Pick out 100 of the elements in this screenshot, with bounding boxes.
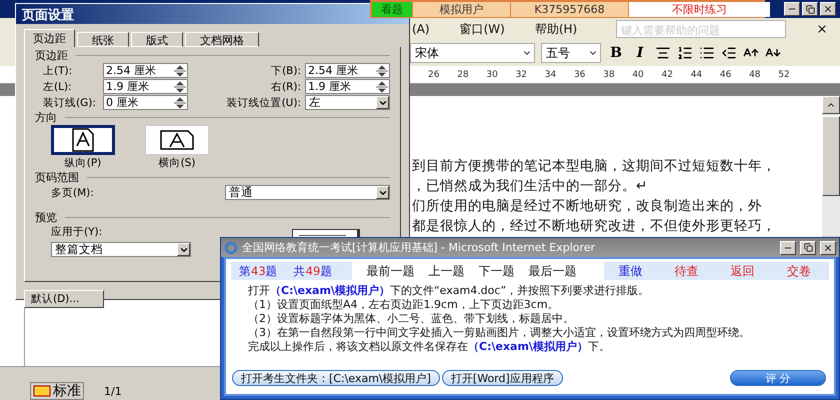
nav-link[interactable]: 下一题 (478, 262, 514, 280)
close-icon[interactable] (816, 23, 828, 35)
tab[interactable]: 页边距 (24, 29, 75, 47)
ruler-number: 48 (749, 70, 762, 80)
tab[interactable]: 纸张 (77, 32, 129, 47)
instruction-text: 完成以上操作后，将该文档以原文件名保存在（C:\exam\模拟用户）下。 (248, 340, 611, 354)
minimize-button[interactable] (784, 2, 800, 16)
gutter-dropdown[interactable]: 左 (305, 95, 390, 110)
margin-field[interactable]: 2.54 厘米 (305, 63, 390, 78)
margin-field[interactable]: 1.9 厘米 (103, 79, 188, 94)
status-label: 不限时练习 (629, 2, 770, 17)
font-size-dropdown[interactable]: 五号 (541, 43, 601, 63)
input-method-bar[interactable]: 标准 (30, 382, 84, 400)
ruler-number: 46 (720, 70, 732, 80)
default-button[interactable]: 默认(D)... (24, 290, 104, 308)
instruction-text: （3）在第一自然段第一行中间文字处插入一剪贴画图片，调整大小适宜，设置环绕方式为四周型环绕。 (248, 326, 751, 340)
instruction-text: （1）设置页面纸型A4，左右页边距1.9cm，上下页边距3cm。 (248, 298, 560, 312)
bullet-list-icon[interactable] (699, 45, 715, 61)
margin-field[interactable]: 2.54 厘米 (103, 63, 188, 78)
document-text: 都是很惊人的，经过不断地研究改进，不但使外形更轻巧， (412, 218, 777, 235)
score-button[interactable]: 评 分 (730, 370, 826, 386)
spinner-arrows-icon[interactable] (173, 96, 187, 108)
action-link[interactable]: 重做 (604, 262, 656, 280)
ruler-number: 26 (428, 70, 440, 80)
restore-button[interactable] (802, 2, 818, 16)
document-text: 到目前方便携带的笔记本型电脑，这期间不过短短数十年， (412, 158, 777, 175)
field-label: 装订线位置(U): (226, 96, 302, 110)
ruler-number: 44 (690, 70, 704, 80)
document-text: ，已悄然成为我们生活中的一部分。↵ (412, 178, 648, 195)
portrait-page-icon (72, 128, 94, 152)
menu-item[interactable]: 帮助(H) (534, 20, 578, 38)
status-label: K375957668 (511, 2, 628, 17)
ruler-number: 30 (486, 70, 499, 80)
tab[interactable]: 版式 (131, 32, 183, 47)
spinner-arrows-icon[interactable] (173, 64, 187, 76)
document-text: 们所使用的电脑是经过不断地研究，改良制造出来的，外 (412, 198, 763, 215)
group-title: 预览 (35, 211, 57, 224)
scroll-up-button[interactable] (822, 96, 840, 114)
ruler-number: 28 (457, 70, 470, 80)
close-icon (823, 4, 833, 14)
open-button[interactable]: 打开考生文件夹：[C:\exam\模拟用户] (232, 370, 440, 386)
numbered-list-icon[interactable] (677, 45, 693, 61)
group-title: 方向 (35, 111, 57, 124)
question-counter: 共49题 (294, 264, 332, 278)
window-title: 全国网络教育统一考试[计算机应用基础] - Microsoft Internet Explorer (242, 240, 596, 255)
scroll-thumb[interactable] (822, 116, 840, 196)
minimize-button[interactable] (780, 240, 796, 254)
margin-field[interactable]: 0 厘米 (103, 95, 188, 110)
open-button[interactable]: 打开[Word]应用程序 (442, 370, 563, 386)
action-link[interactable]: 交卷 (772, 262, 825, 280)
ruler-number: 40 (632, 70, 645, 80)
nav-link[interactable]: 上一题 (428, 262, 464, 280)
view-question-button[interactable]: 看题 (372, 2, 412, 17)
field-label: 左(L): (43, 80, 73, 94)
ruler-number: 34 (544, 70, 558, 80)
indent-icon[interactable] (721, 45, 737, 61)
menu-item[interactable]: 窗口(W) (460, 20, 505, 38)
group-title: 页码范围 (35, 171, 79, 184)
field-label: 应用于(Y): (51, 225, 104, 239)
page-count: 1/1 (104, 384, 122, 398)
close-button[interactable] (820, 2, 836, 16)
field-label: 上(T): (43, 64, 74, 78)
field-label: 装订线(G): (43, 96, 97, 110)
restore-icon (806, 4, 814, 14)
spinner-arrows-icon[interactable] (375, 80, 389, 92)
status-label: 模拟用户 (413, 2, 510, 17)
nav-link[interactable]: 最前一题 (366, 262, 414, 280)
italic-button[interactable]: I (631, 45, 649, 61)
spinner-arrows-icon[interactable] (375, 64, 389, 76)
action-link[interactable]: 待查 (660, 262, 713, 280)
nav-link[interactable]: 最后一题 (528, 262, 576, 280)
question-counter: 第43题 (239, 264, 278, 278)
group-title: 页边距 (35, 49, 68, 62)
input-mode-label: 标准 (53, 382, 81, 400)
ruler-number: 32 (516, 70, 528, 80)
restore-icon (804, 243, 812, 252)
pages-dropdown[interactable]: 普通 (225, 185, 390, 200)
landscape-page-icon (160, 128, 194, 152)
maximize-button[interactable] (800, 240, 816, 254)
apply-to-dropdown[interactable]: 整篇文档 (51, 242, 191, 257)
menu-item[interactable]: (A) (412, 22, 430, 36)
field-label: 下(B): (270, 64, 302, 78)
instruction-text: 打开（C:\exam\模拟用户）下的文件“exam4.doc”，并按照下列要求进行排版。 (248, 284, 650, 298)
close-button[interactable] (820, 240, 836, 254)
browser-icon (224, 240, 238, 254)
font-dropdown[interactable]: 宋体 (410, 43, 535, 63)
field-label: 右(R): (270, 80, 302, 94)
close-icon (823, 242, 833, 252)
margin-field[interactable]: 1.9 厘米 (305, 79, 390, 94)
field-label: 多页(M): (51, 186, 95, 200)
ruler-number: 52 (778, 70, 791, 80)
ruler-number: 38 (603, 70, 616, 80)
instruction-text: （2）设置标题字体为黑体、小二号、蓝色、带下划线，标题居中。 (248, 312, 575, 326)
align-center-icon[interactable] (655, 45, 671, 61)
ruler-number: 36 (574, 70, 586, 80)
tab[interactable]: 文档网格 (185, 32, 259, 47)
ruler-number: 42 (662, 70, 674, 80)
action-link[interactable]: 返回 (716, 262, 769, 280)
spinner-arrows-icon[interactable] (173, 80, 187, 92)
bold-button[interactable]: B (607, 45, 625, 61)
